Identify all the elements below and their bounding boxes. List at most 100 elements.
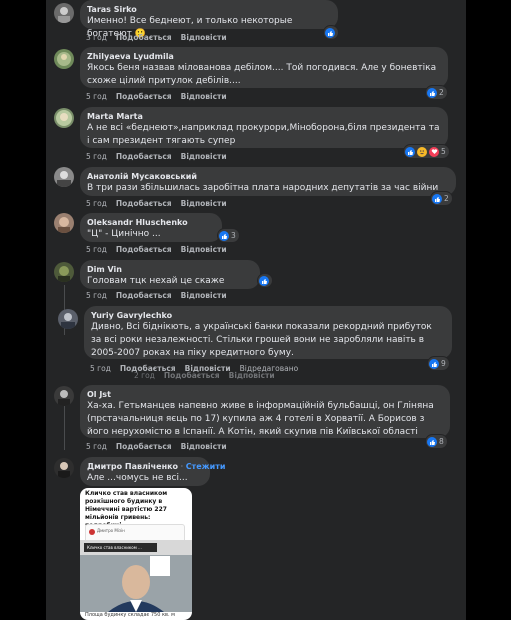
follow-link[interactable]: Стежити [186,462,226,471]
reaction-count: 8 [439,437,444,446]
reply-link[interactable]: Відповісти [181,152,227,161]
reaction-count: 2 [439,88,444,97]
profile-photo [57,171,71,187]
like-link[interactable]: Подобається [116,92,172,101]
comment-text: В три рази збільшилась заробітна плата н… [87,183,439,193]
reply-link[interactable]: Відповісти [181,199,227,208]
comment-actions: 5 год Подобається Відповісти [86,442,236,452]
reactions-badge[interactable]: 2 [426,86,447,99]
reply-link[interactable]: Відповісти [181,245,227,254]
author-name[interactable]: Дмитро Павліченко [87,462,178,471]
comment-author[interactable]: Yuriy Gavrylechko [91,310,444,321]
avatar[interactable] [54,262,74,282]
reaction-count: 3 [231,231,236,240]
comment-time[interactable]: 3 год [86,33,107,42]
profile-photo [58,390,70,406]
source-icon [89,529,95,535]
reply-link[interactable]: Відповісти [181,92,227,101]
reactions-badge[interactable]: 8 [426,435,447,448]
profile-photo [58,217,70,233]
avatar[interactable] [54,458,74,478]
reply-link[interactable]: Відповісти [181,33,227,42]
avatar[interactable] [54,167,74,187]
ghost-reply: Відповісти [228,371,275,380]
like-link[interactable]: Подобається [116,33,172,42]
haha-icon [417,146,427,157]
avatar[interactable] [54,3,74,23]
comment-author: Дмитро Павліченко · Стежити [87,461,225,472]
comment-actions: 5 год Подобається Відповісти [86,245,236,255]
reactions-badge[interactable]: 3 [218,229,239,242]
like-link[interactable]: Подобається [116,291,172,300]
profile-photo [58,462,70,478]
comment-actions: 3 год Подобається Відповісти [86,33,236,43]
comment-text: Якось беня назвав мілованова дебілом....… [87,63,437,86]
comment-author[interactable]: Ol Jst [87,389,442,400]
thread-line [64,400,65,450]
person-photo [80,555,192,612]
reaction-count: 5 [441,147,446,156]
comment-actions: 5 год Подобається Відповісти [86,291,236,301]
like-icon [432,193,442,204]
comment-bubble: Zhilyaeva Lyudmila Якось беня назвав міл… [80,47,448,88]
comment-bubble: Dim Vin Головам тцк нехай це скаже [80,260,260,289]
like-link[interactable]: Подобається [116,152,172,161]
comment-time[interactable]: 5 год [90,364,111,373]
comment-bubble: Дмитро Павліченко · Стежити Але ...чомус… [80,457,225,486]
reply-link[interactable]: Відповісти [181,291,227,300]
avatar[interactable] [54,386,74,406]
reactions-badge[interactable]: 5 [404,145,449,158]
comment-bubble: Yuriy Gavrylechko Дивно, Всі біднікють, … [84,306,452,359]
comment-author[interactable]: Oleksandr Hluschenko [87,217,214,228]
profile-photo [57,52,71,66]
love-icon [429,146,439,157]
shared-post-caption: Площа будинку складає 750 кв. м [85,612,175,618]
comment-text: Ха-ха. Гетьманцев напевно живе в інформа… [87,401,434,437]
comment-author[interactable]: Zhilyaeva Lyudmila [87,51,440,62]
avatar[interactable] [54,213,74,233]
reactions-badge[interactable]: 9 [428,357,449,370]
comment-bubble: Oleksandr Hluschenko "Ц" - Цинічно ... [80,213,222,242]
preview-author: Дмитро Мізін [97,528,125,533]
comment-bubble: Анатолій Мусаковський В три рази збільши… [80,167,456,196]
reactions-badge[interactable]: 2 [431,192,452,205]
comment-time[interactable]: 5 год [86,245,107,254]
comment-author[interactable]: Анатолій Мусаковський [87,171,448,182]
like-icon [427,436,437,447]
like-icon [429,358,439,369]
comment-author[interactable]: Dim Vin [87,264,252,275]
comment-time[interactable]: 5 год [86,199,107,208]
comment-actions: 5 год Подобається Відповісти [86,199,236,209]
avatar[interactable] [54,49,74,69]
like-link[interactable]: Подобається [116,442,172,451]
ghost-like: Подобається [163,371,220,380]
comment-bubble: Marta Marta А не всі «беднеют»,наприклад… [80,107,448,148]
reaction-count: 9 [441,359,446,368]
comment-bubble: Taras Sirko Именно! Все беднеют, и тольк… [80,0,338,39]
avatar[interactable] [54,108,74,128]
reactions-badge[interactable] [258,274,272,287]
photo: Кличко став власником ... [80,540,192,612]
ghost-time: 2 год [134,371,155,380]
comment-time[interactable]: 5 год [86,442,107,451]
comment-time[interactable]: 5 год [86,152,107,161]
like-icon [219,230,229,241]
comment-text: Головам тцк нехай це скаже [87,276,225,286]
reply-link[interactable]: Відповісти [181,442,227,451]
comment-time[interactable]: 5 год [86,92,107,101]
like-link[interactable]: Подобається [116,245,172,254]
separator: · [180,462,184,471]
profile-photo [61,313,75,329]
comment-text: Але ...чомусь не всі... [87,473,188,483]
shared-post-image[interactable]: Кличко став власником розкішного будинку… [80,488,192,620]
comment-author[interactable]: Taras Sirko [87,4,330,15]
profile-photo [56,110,72,126]
comment-author[interactable]: Marta Marta [87,111,440,122]
avatar[interactable] [58,309,78,329]
reactions-badge[interactable] [324,26,338,39]
like-icon [405,146,415,157]
comment-time[interactable]: 5 год [86,291,107,300]
like-link[interactable]: Подобається [116,199,172,208]
comment-text: "Ц" - Цинічно ... [87,229,161,239]
comment-bubble: Ol Jst Ха-ха. Гетьманцев напевно живе в … [80,385,450,438]
